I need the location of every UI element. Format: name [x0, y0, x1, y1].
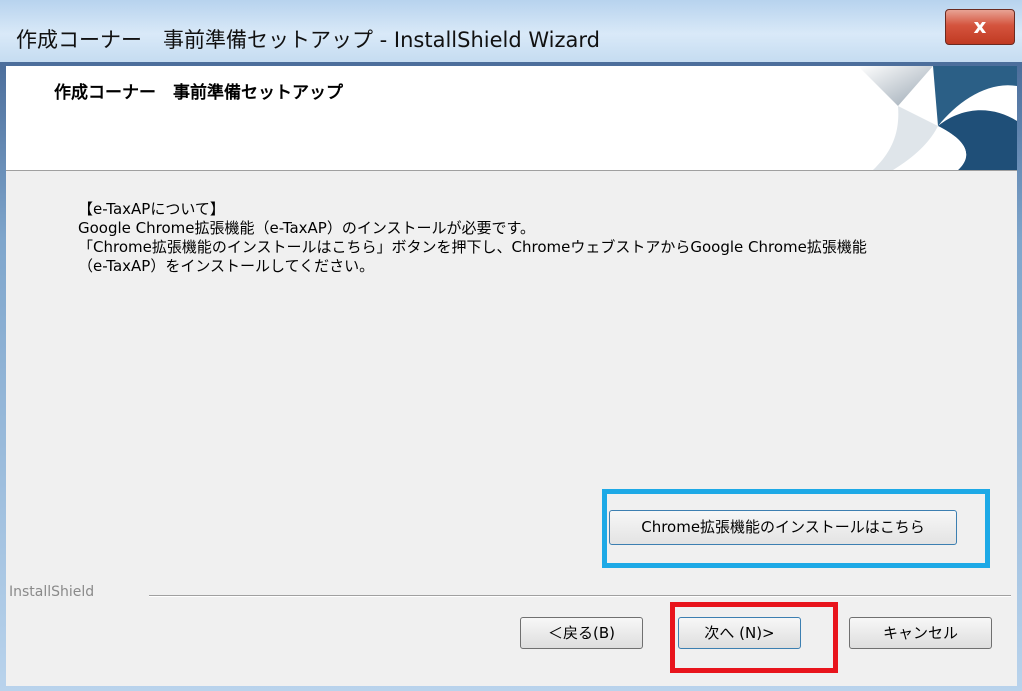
description-line: （e-TaxAP）をインストールしてください。: [78, 257, 375, 275]
window-title: 作成コーナー 事前準備セットアップ - InstallShield Wizard: [16, 28, 600, 52]
wizard-header: 作成コーナー 事前準備セットアップ: [6, 66, 1017, 171]
installshield-brand-label: InstallShield: [9, 584, 95, 600]
footer-divider: [149, 595, 1011, 597]
installer-window: 作成コーナー 事前準備セットアップ - InstallShield Wizard…: [0, 0, 1022, 691]
cancel-button[interactable]: キャンセル: [849, 617, 992, 649]
close-icon: x: [973, 14, 987, 38]
header-title: 作成コーナー 事前準備セットアップ: [54, 83, 343, 103]
description-line: 【e-TaxAPについて】: [78, 200, 225, 218]
dialog-client-area: 作成コーナー 事前準備セットアップ 【e-TaxAPについて】 Google C…: [6, 66, 1017, 686]
description-line: Google Chrome拡張機能（e-TaxAP）のインストールが必要です。: [78, 219, 536, 237]
installshield-logo-icon: [858, 66, 1017, 170]
back-button[interactable]: ＜戻る(B): [520, 617, 643, 649]
description-line: 「Chrome拡張機能のインストールはこちら」ボタンを押下し、Chromeウェブ…: [78, 238, 867, 256]
title-bar[interactable]: 作成コーナー 事前準備セットアップ - InstallShield Wizard…: [0, 0, 1022, 62]
highlight-box-red: [670, 602, 838, 673]
description-text: 【e-TaxAPについて】 Google Chrome拡張機能（e-TaxAP）…: [78, 200, 998, 276]
close-button[interactable]: x: [945, 9, 1015, 45]
highlight-box-blue: [602, 489, 990, 568]
